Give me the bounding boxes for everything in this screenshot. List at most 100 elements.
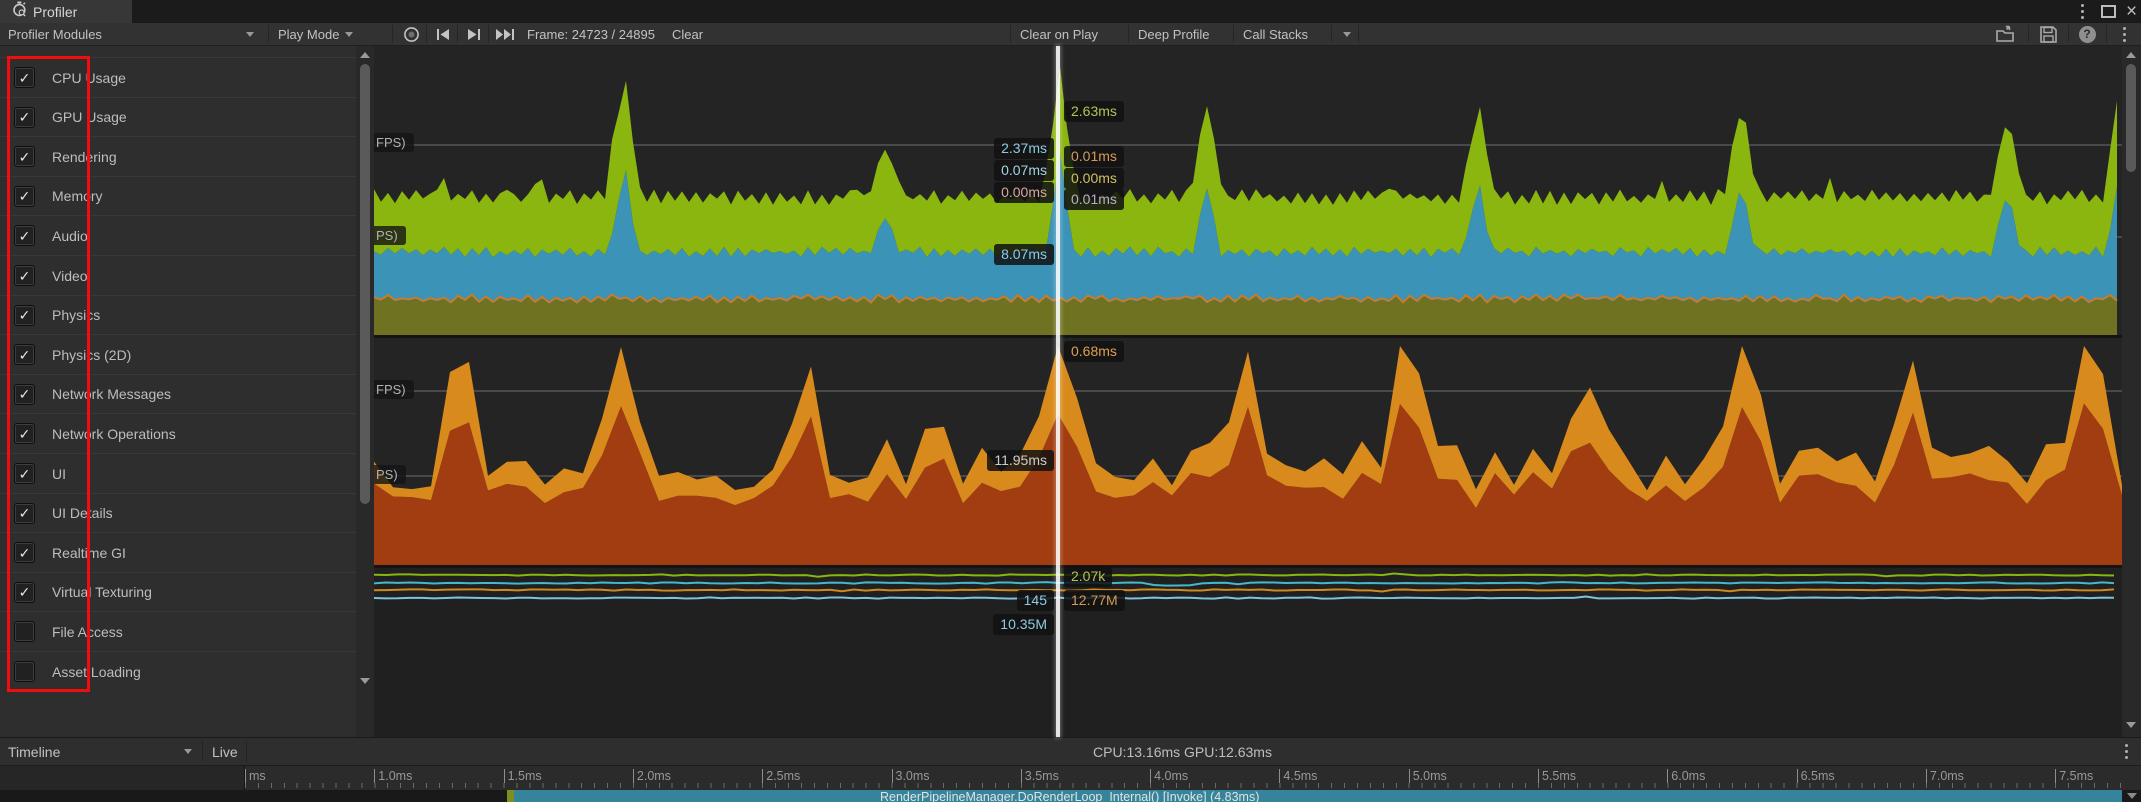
module-row-virtual-texturing[interactable]: ✓ Virtual Texturing bbox=[0, 571, 356, 612]
ruler-tick bbox=[632, 769, 634, 783]
chevron-down-icon bbox=[1343, 31, 1351, 37]
play-mode-dropdown[interactable]: Play Mode bbox=[278, 23, 354, 45]
timeline-menu-icon[interactable] bbox=[2114, 738, 2138, 765]
ruler-tick-label: 6.0ms bbox=[1671, 769, 1706, 783]
tab-title: Profiler bbox=[33, 3, 78, 20]
window-maximize-icon[interactable] bbox=[2096, 0, 2120, 23]
module-row-ui-details[interactable]: ✓ UI Details bbox=[0, 492, 356, 533]
module-label: UI Details bbox=[52, 505, 113, 522]
module-checkbox[interactable]: ✓ bbox=[14, 304, 35, 326]
clear-on-play-toggle[interactable]: Clear on Play bbox=[1020, 23, 1098, 45]
cpu-usage-chart[interactable] bbox=[374, 46, 2122, 335]
previous-frame-button[interactable] bbox=[431, 23, 455, 45]
profiler-modules-panel: ✓ CPU Usage ✓ GPU Usage ✓ Rendering ✓ Memory ✓ Au… bbox=[0, 46, 356, 768]
ruler-tick-label: 3.5ms bbox=[1024, 769, 1059, 783]
ruler-tick-label: 1.5ms bbox=[507, 769, 542, 783]
module-label: UI bbox=[52, 465, 66, 482]
call-stacks-dropdown[interactable] bbox=[1338, 23, 1356, 45]
module-row-realtime-gi[interactable]: ✓ Realtime GI bbox=[0, 532, 356, 572]
ruler-tick bbox=[891, 769, 893, 783]
live-toggle[interactable]: Live bbox=[212, 738, 238, 765]
module-row-file-access[interactable]: File Access bbox=[0, 611, 356, 651]
ruler-minor-ticks bbox=[245, 783, 2122, 788]
module-row-physics-2d-[interactable]: ✓ Physics (2D) bbox=[0, 334, 356, 374]
ruler-tick bbox=[2055, 769, 2057, 783]
ruler-tick bbox=[1279, 769, 1281, 783]
module-checkbox[interactable]: ✓ bbox=[14, 185, 35, 207]
module-label: Physics (2D) bbox=[52, 346, 132, 363]
module-checkbox[interactable]: ✓ bbox=[14, 383, 35, 405]
timeline-sample-sliver[interactable] bbox=[507, 790, 514, 802]
module-checkbox[interactable]: ✓ bbox=[14, 146, 35, 168]
timeline-track[interactable]: RenderPipelineManager.DoRenderLoop_Inter… bbox=[0, 790, 2141, 802]
window-close-icon[interactable]: × bbox=[2122, 0, 2141, 23]
rendering-chart[interactable] bbox=[374, 568, 2122, 737]
module-checkbox[interactable]: ✓ bbox=[14, 581, 35, 603]
current-frame-playhead[interactable] bbox=[1056, 46, 1060, 737]
module-checkbox[interactable]: ✓ bbox=[14, 265, 35, 286]
charts-scrollbar[interactable] bbox=[2122, 46, 2141, 737]
gpu-usage-chart[interactable] bbox=[374, 338, 2122, 565]
clear-button[interactable]: Clear bbox=[672, 23, 703, 45]
ruler-tick bbox=[1020, 769, 1022, 783]
module-checkbox[interactable]: ✓ bbox=[14, 106, 35, 128]
ruler-tick-label: 6.5ms bbox=[1800, 769, 1835, 783]
module-label: Physics bbox=[52, 307, 101, 324]
ruler-tick bbox=[374, 769, 376, 783]
module-row-video[interactable]: ✓ Video bbox=[0, 255, 356, 295]
chart-separator bbox=[374, 335, 2122, 338]
module-row-ui[interactable]: ✓ UI bbox=[0, 453, 356, 493]
next-frame-button[interactable] bbox=[461, 23, 485, 45]
module-row-memory[interactable]: ✓ Memory bbox=[0, 175, 356, 216]
modules-scrollbar[interactable] bbox=[356, 46, 374, 737]
help-icon[interactable]: ? bbox=[2072, 23, 2102, 45]
time-ruler[interactable]: ms 1.0ms 1.5ms 2.0ms 2.5ms 3.0ms 3.5ms 4.0ms 4.5… bbox=[0, 766, 2141, 790]
ruler-tick-label: 7.5ms bbox=[2059, 769, 2094, 783]
load-profile-button[interactable] bbox=[1990, 23, 2024, 45]
profiler-modules-label: Profiler Modules bbox=[8, 26, 102, 42]
record-button[interactable] bbox=[399, 23, 423, 45]
current-frame-button[interactable] bbox=[492, 23, 518, 45]
charts-area bbox=[374, 46, 2122, 737]
window-menu-icon[interactable] bbox=[2072, 0, 2092, 23]
deep-profile-toggle[interactable]: Deep Profile bbox=[1138, 23, 1210, 45]
profiler-modules-dropdown[interactable]: Profiler Modules bbox=[8, 23, 264, 45]
toolbar-menu-icon[interactable] bbox=[2112, 23, 2136, 45]
tab-profiler[interactable]: Profiler bbox=[0, 0, 132, 23]
module-checkbox[interactable]: ✓ bbox=[14, 344, 35, 366]
tab-bar: Profiler × bbox=[0, 0, 2141, 23]
chevron-down-icon bbox=[345, 31, 354, 37]
ruler-tick bbox=[1150, 769, 1152, 783]
ruler-tick-label: 4.0ms bbox=[1154, 769, 1189, 783]
timeline-sample-band[interactable] bbox=[514, 790, 2122, 802]
module-checkbox[interactable] bbox=[14, 661, 35, 682]
module-label: Virtual Texturing bbox=[52, 584, 152, 601]
toolbar: Profiler Modules Play Mode Frame: 24723 … bbox=[0, 23, 2141, 46]
timeline-sample-label: RenderPipelineManager.DoRenderLoop_Inter… bbox=[880, 790, 1260, 802]
module-row-cpu-usage[interactable]: ✓ CPU Usage bbox=[0, 57, 356, 97]
module-checkbox[interactable]: ✓ bbox=[14, 542, 35, 564]
module-row-asset-loading[interactable]: Asset Loading bbox=[0, 651, 356, 691]
scroll-down-icon[interactable] bbox=[2127, 793, 2137, 799]
ruler-tick-label: 5.0ms bbox=[1412, 769, 1447, 783]
module-row-rendering[interactable]: ✓ Rendering bbox=[0, 136, 356, 176]
module-row-network-messages[interactable]: ✓ Network Messages bbox=[0, 373, 356, 414]
module-checkbox[interactable]: ✓ bbox=[14, 502, 35, 524]
module-row-audio[interactable]: ✓ Audio bbox=[0, 215, 356, 255]
ruler-tick bbox=[245, 769, 246, 783]
module-row-physics[interactable]: ✓ Physics bbox=[0, 294, 356, 335]
module-row-network-operations[interactable]: ✓ Network Operations bbox=[0, 413, 356, 453]
module-row-gpu-usage[interactable]: ✓ GPU Usage bbox=[0, 96, 356, 137]
frame-counter: Frame: 24723 / 24895 bbox=[527, 26, 655, 42]
view-mode-dropdown[interactable]: Timeline bbox=[8, 738, 200, 765]
module-checkbox[interactable]: ✓ bbox=[14, 225, 35, 247]
module-checkbox[interactable] bbox=[14, 621, 35, 643]
module-checkbox[interactable]: ✓ bbox=[14, 463, 35, 484]
call-stacks-toggle[interactable]: Call Stacks bbox=[1243, 23, 1308, 45]
save-profile-button[interactable] bbox=[2032, 23, 2064, 45]
module-checkbox[interactable]: ✓ bbox=[14, 423, 35, 445]
ruler-tick bbox=[1538, 769, 1539, 783]
module-checkbox[interactable]: ✓ bbox=[14, 67, 35, 88]
ruler-tick bbox=[1667, 769, 1669, 783]
module-label: File Access bbox=[52, 623, 123, 640]
